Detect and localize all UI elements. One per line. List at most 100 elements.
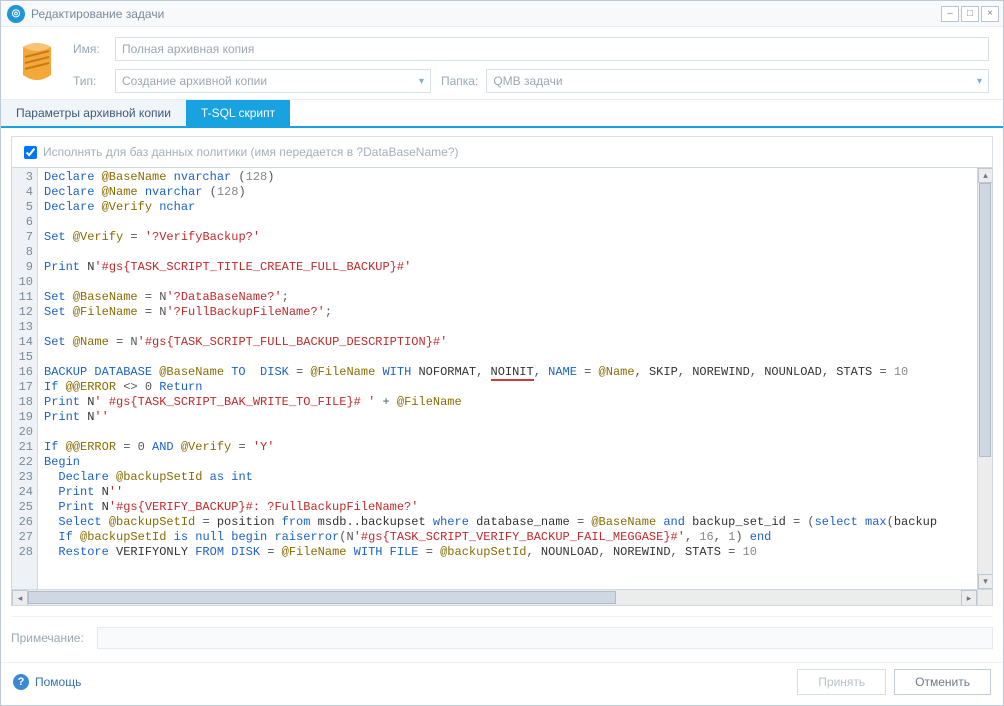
tabbar: Параметры архивной копии T-SQL скрипт [1,100,1003,128]
line-number: 15 [12,350,37,365]
code-line[interactable]: Set @FileName = N'?FullBackupFileName?'; [44,305,971,320]
help-label: Помощь [35,675,81,689]
code-line[interactable]: Declare @Name nvarchar (128) [44,185,971,200]
code-line[interactable]: Print N'' [44,410,971,425]
name-label: Имя: [73,42,107,56]
help-link[interactable]: ? Помощь [13,674,81,690]
horizontal-scrollbar[interactable]: ◂ ▸ [12,589,992,605]
code-line[interactable]: Print N' #gs{TASK_SCRIPT_BAK_WRITE_TO_FI… [44,395,971,410]
note-label: Примечание: [11,631,89,645]
cancel-button[interactable]: Отменить [894,669,991,695]
scroll-down-icon[interactable]: ▾ [978,574,992,589]
code-line[interactable]: If @backupSetId is null begin raiserror(… [44,530,971,545]
vertical-scrollbar[interactable]: ▴ ▾ [977,168,992,589]
type-label: Тип: [73,74,107,88]
hscroll-thumb[interactable] [28,591,616,604]
name-input[interactable] [115,37,989,61]
code-area[interactable]: Declare @BaseName nvarchar (128)Declare … [38,168,977,589]
line-number: 12 [12,305,37,320]
scroll-right-icon[interactable]: ▸ [961,590,977,606]
code-line[interactable]: Set @Verify = '?VerifyBackup?' [44,230,971,245]
code-line[interactable]: Declare @backupSetId as int [44,470,971,485]
code-line[interactable]: If @@ERROR <> 0 Return [44,380,971,395]
footer: ? Помощь Принять Отменить [1,662,1003,705]
close-button[interactable]: × [981,6,999,22]
code-line[interactable]: Print N'#gs{TASK_SCRIPT_TITLE_CREATE_FUL… [44,260,971,275]
code-line[interactable]: Select @backupSetId = position from msdb… [44,515,971,530]
line-number: 17 [12,380,37,395]
code-editor: 3456789101112131415161718192021222324252… [11,167,993,606]
code-line[interactable]: BACKUP DATABASE @BaseName TO DISK = @Fil… [44,365,971,380]
execute-per-db-checkbox[interactable] [24,146,37,159]
line-number: 24 [12,485,37,500]
line-number: 25 [12,500,37,515]
code-line[interactable] [44,320,971,335]
line-number: 3 [12,170,37,185]
window-title: Редактирование задачи [31,7,941,21]
line-number: 16 [12,365,37,380]
maximize-button[interactable]: □ [961,6,979,22]
line-number: 7 [12,230,37,245]
header-form: Имя: Тип: Создание архивной копии ▾ Папк… [1,27,1003,100]
code-line[interactable] [44,215,971,230]
line-number: 27 [12,530,37,545]
line-number: 28 [12,545,37,560]
line-number: 26 [12,515,37,530]
task-icon [15,41,59,85]
line-number: 22 [12,455,37,470]
line-number: 13 [12,320,37,335]
execute-per-db-checkbox-row: Исполнять для баз данных политики (имя п… [11,136,993,167]
chevron-down-icon: ▾ [419,76,424,87]
code-line[interactable]: Declare @Verify nchar [44,200,971,215]
line-number: 11 [12,290,37,305]
code-line[interactable]: Begin [44,455,971,470]
line-number: 18 [12,395,37,410]
code-line[interactable]: Declare @BaseName nvarchar (128) [44,170,971,185]
line-number: 21 [12,440,37,455]
type-select[interactable]: Создание архивной копии ▾ [115,69,431,93]
line-number: 14 [12,335,37,350]
line-number: 4 [12,185,37,200]
vscroll-track[interactable] [978,183,992,574]
code-line[interactable]: If @@ERROR = 0 AND @Verify = 'Y' [44,440,971,455]
line-number: 6 [12,215,37,230]
folder-label: Папка: [441,74,478,88]
folder-select[interactable]: QMB задачи ▾ [486,69,989,93]
tab-backup-params[interactable]: Параметры архивной копии [1,100,186,126]
note-row: Примечание: [11,616,993,652]
line-number: 5 [12,200,37,215]
line-gutter: 3456789101112131415161718192021222324252… [12,168,38,589]
hscroll-track[interactable] [28,590,961,605]
line-number: 23 [12,470,37,485]
code-line[interactable]: Set @BaseName = N'?DataBaseName?'; [44,290,971,305]
code-line[interactable]: Set @Name = N'#gs{TASK_SCRIPT_FULL_BACKU… [44,335,971,350]
minimize-button[interactable]: – [941,6,959,22]
app-badge-icon: ◎ [7,5,25,23]
line-number: 20 [12,425,37,440]
type-value: Создание архивной копии [122,74,267,88]
scroll-left-icon[interactable]: ◂ [12,590,28,606]
line-number: 19 [12,410,37,425]
accept-button[interactable]: Принять [797,669,886,695]
line-number: 8 [12,245,37,260]
line-number: 9 [12,260,37,275]
note-input[interactable] [97,627,993,649]
vscroll-thumb[interactable] [979,183,991,457]
scroll-corner [977,590,992,605]
window-controls: – □ × [941,6,999,22]
code-line[interactable]: Restore VERIFYONLY FROM DISK = @FileName… [44,545,971,560]
code-line[interactable]: Print N'' [44,485,971,500]
execute-per-db-label: Исполнять для баз данных политики (имя п… [43,145,458,159]
chevron-down-icon: ▾ [977,76,982,87]
folder-value: QMB задачи [493,74,562,88]
code-line[interactable]: Print N'#gs{VERIFY_BACKUP}#: ?FullBackup… [44,500,971,515]
code-line[interactable] [44,350,971,365]
line-number: 10 [12,275,37,290]
code-line[interactable] [44,245,971,260]
titlebar: ◎ Редактирование задачи – □ × [1,1,1003,27]
tab-tsql-script[interactable]: T-SQL скрипт [186,100,290,126]
scroll-up-icon[interactable]: ▴ [978,168,992,183]
code-line[interactable] [44,425,971,440]
help-icon: ? [13,674,29,690]
code-line[interactable] [44,275,971,290]
